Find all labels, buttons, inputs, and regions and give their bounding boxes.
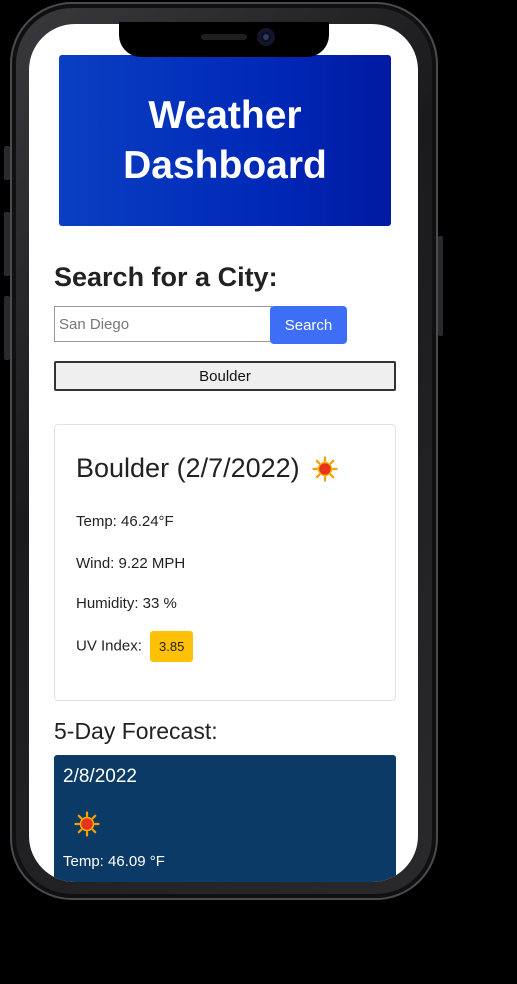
header-banner: Weather Dashboard — [59, 55, 391, 226]
current-weather-title: Boulder (2/7/2022) — [76, 453, 338, 484]
phone-screen: Weather Dashboard Search for a City: Sea… — [29, 24, 418, 882]
search-history-boulder-button[interactable]: Boulder — [54, 361, 396, 391]
current-uv: UV Index: 3.85 — [76, 631, 194, 662]
current-temp: Temp: 46.24°F — [76, 513, 174, 530]
sun-icon — [312, 455, 338, 482]
uv-badge: 3.85 — [150, 631, 194, 662]
forecast-temp: Temp: 46.09 °F — [63, 853, 165, 870]
forecast-date: 2/8/2022 — [63, 766, 137, 787]
search-heading: Search for a City: — [54, 262, 278, 292]
phone-side-button — [4, 212, 10, 276]
city-search-input[interactable] — [54, 306, 272, 342]
current-weather-card: Boulder (2/7/2022) Temp: 46.24°F Wind: 9… — [54, 424, 396, 701]
search-button[interactable]: Search — [270, 306, 347, 344]
current-humidity: Humidity: 33 % — [76, 595, 177, 612]
forecast-heading: 5-Day Forecast: — [54, 718, 218, 744]
phone-side-button — [438, 236, 443, 336]
current-city-date: Boulder (2/7/2022) — [76, 453, 300, 483]
uv-label: UV Index: — [76, 637, 142, 655]
speaker-grille — [201, 34, 247, 40]
forecast-card: 2/8/2022 Temp: 46.09 °F — [54, 755, 396, 882]
front-camera — [257, 28, 275, 46]
sun-icon — [74, 811, 100, 837]
phone-side-button — [4, 296, 10, 360]
page-title: Weather Dashboard — [123, 93, 327, 187]
current-wind: Wind: 9.22 MPH — [76, 555, 186, 572]
phone-notch — [119, 22, 329, 57]
phone-side-button — [4, 146, 10, 180]
